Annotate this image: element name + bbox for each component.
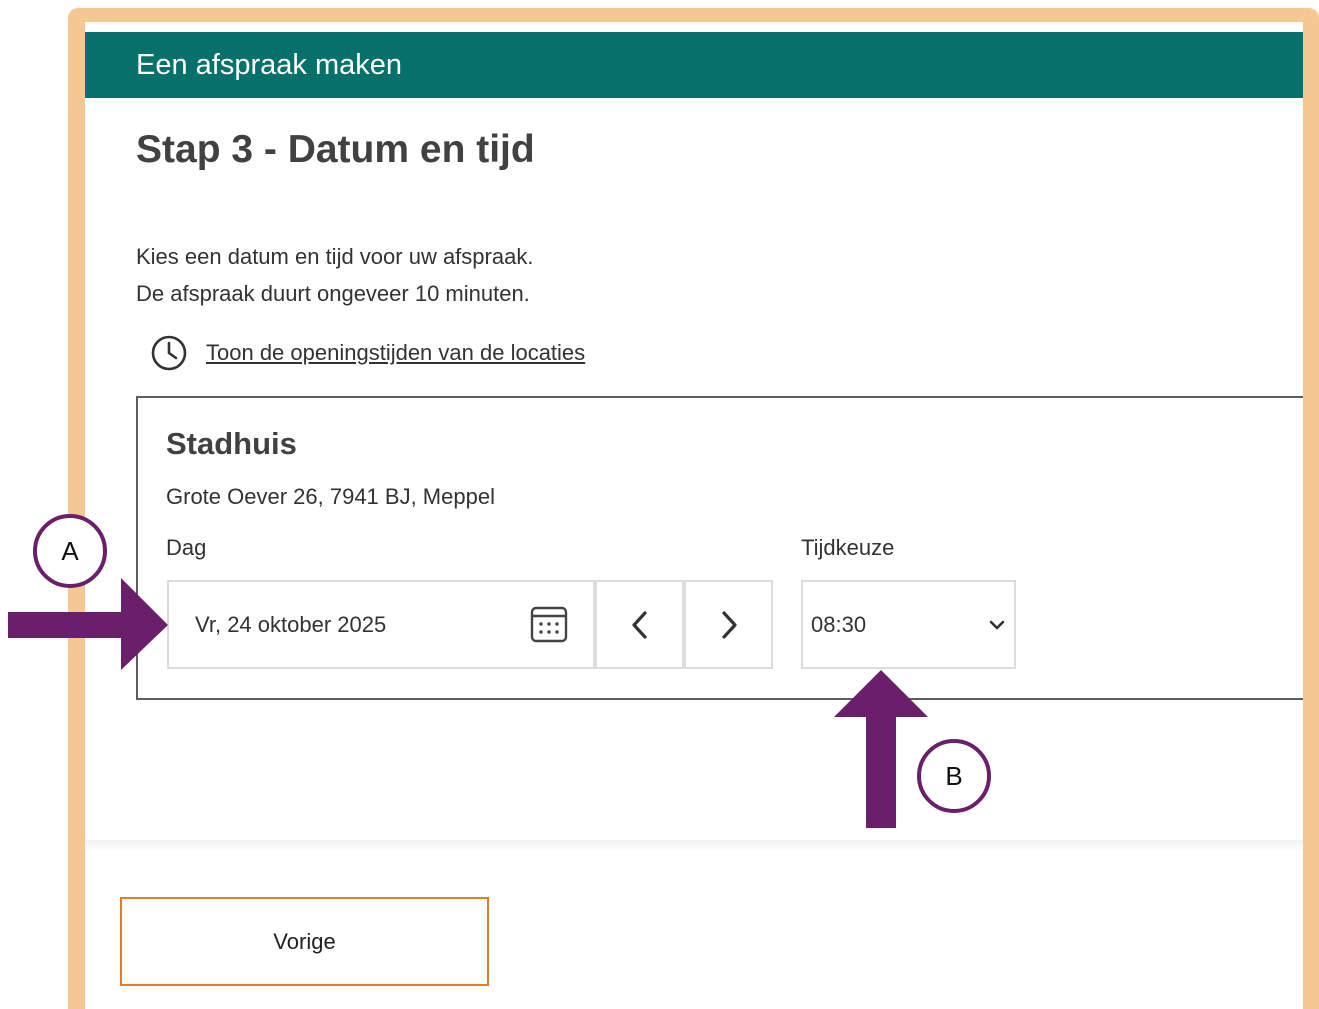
time-select[interactable]: 08:30: [801, 580, 1016, 669]
previous-button[interactable]: Vorige: [120, 897, 489, 986]
intro-line-1: Kies een datum en tijd voor uw afspraak.: [136, 244, 534, 269]
location-address: Grote Oever 26, 7941 BJ, Meppel: [166, 484, 495, 509]
chevron-right-icon: [721, 610, 737, 639]
opening-hours-row[interactable]: Toon de openingstijden van de locaties: [150, 334, 585, 372]
calendar-icon[interactable]: [529, 604, 569, 644]
intro-text: Kies een datum en tijd voor uw afspraak.…: [136, 238, 533, 312]
clock-icon: [151, 335, 187, 371]
opening-hours-link[interactable]: Toon de openingstijden van de locaties: [206, 340, 585, 366]
step-title: Stap 3 - Datum en tijd: [136, 128, 535, 171]
time-value: 08:30: [811, 612, 867, 637]
next-day-button[interactable]: [684, 580, 773, 669]
day-label: Dag: [166, 535, 207, 560]
date-value: Vr, 24 oktober 2025: [195, 612, 387, 637]
intro-line-2: De afspraak duurt ongeveer 10 minuten.: [136, 281, 530, 306]
chevron-left-icon: [631, 610, 647, 639]
page-header: Een afspraak maken: [85, 32, 1303, 98]
time-label: Tijdkeuze: [801, 535, 895, 560]
location-name: Stadhuis: [166, 426, 297, 461]
chevron-down-icon: [989, 620, 1005, 630]
appointment-panel: Een afspraak maken Stap 3 - Datum en tij…: [85, 22, 1303, 1009]
date-input[interactable]: Vr, 24 oktober 2025: [167, 580, 595, 669]
previous-day-button[interactable]: [595, 580, 684, 669]
footer-divider: [85, 840, 1303, 852]
